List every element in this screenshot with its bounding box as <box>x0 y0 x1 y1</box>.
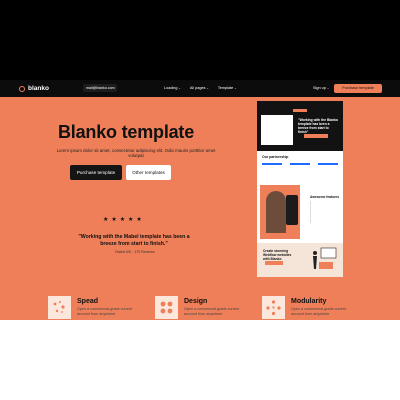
feature-description: Open a commercial-grade current account … <box>184 307 240 316</box>
feature-design: Design Open a commercial-grade current a… <box>155 296 251 320</box>
logo-text: blanko <box>28 85 49 92</box>
preview-grid-item <box>290 163 310 179</box>
feature-description: Open a commercial-grade current account … <box>291 307 347 316</box>
features-section <box>0 320 400 400</box>
preview-feature-lines <box>310 201 338 223</box>
email-field[interactable]: mail@blanko.com <box>83 84 117 92</box>
feature-title: Modularity <box>291 298 327 305</box>
signup-link[interactable]: Sign up <box>313 86 329 90</box>
preview-card-text: "Working with the Blanko template has be… <box>298 118 338 134</box>
preview-button <box>304 134 328 138</box>
template-preview: "Working with the Blanko template has be… <box>257 101 343 277</box>
top-nav: blanko mail@blanko.com Loading All pages… <box>0 80 400 97</box>
hero-description: Lorem ipsum dolor sit amet, consectetur … <box>56 148 216 159</box>
feature-title: Spead <box>77 298 99 305</box>
purchase-template-button[interactable]: Purchase template <box>334 84 382 93</box>
preview-grid-item <box>318 163 338 179</box>
preview-grid <box>262 163 338 179</box>
preview-phone-image <box>286 195 298 225</box>
feature-modularity: Modularity Open a commercial-grade curre… <box>262 296 358 320</box>
preview-feature-title: Awesome features <box>310 195 340 199</box>
rating-stars: ★★★★★ <box>103 216 145 223</box>
nav-links: Loading All pages Template <box>164 86 237 90</box>
nav-link-loading[interactable]: Loading <box>164 86 181 90</box>
page-title: Blanko template <box>58 122 195 142</box>
preview-peach-button <box>265 261 283 265</box>
logo[interactable]: blanko <box>19 85 49 92</box>
preview-section-title: Our partnership <box>262 155 289 159</box>
preview-illustration <box>313 247 337 269</box>
preview-card <box>261 115 293 145</box>
nav-link-template[interactable]: Template <box>218 86 237 90</box>
testimonial-quote: "Working with the Mabel template has bee… <box>78 234 190 247</box>
logo-icon <box>19 85 25 92</box>
design-icon <box>155 296 178 319</box>
speed-icon <box>48 296 71 319</box>
preview-grid-item <box>262 163 282 179</box>
feature-description: Open a commercial-grade current account … <box>77 307 133 316</box>
nav-link-all-pages[interactable]: All pages <box>190 86 209 90</box>
other-templates-button[interactable]: Other templates <box>126 165 171 180</box>
preview-peach-text: Create stunning Webflow websites with Bl… <box>263 249 292 261</box>
rating-summary: Rated 5/5 · 175 Reviews <box>115 250 155 254</box>
preview-person-image <box>266 191 286 233</box>
feature-title: Design <box>184 298 208 305</box>
preview-accent-bar <box>293 109 307 112</box>
purchase-template-hero-button[interactable]: Purchase template <box>70 165 122 180</box>
modularity-icon <box>262 296 285 319</box>
feature-speed: Spead Open a commercial-grade current ac… <box>48 296 144 320</box>
